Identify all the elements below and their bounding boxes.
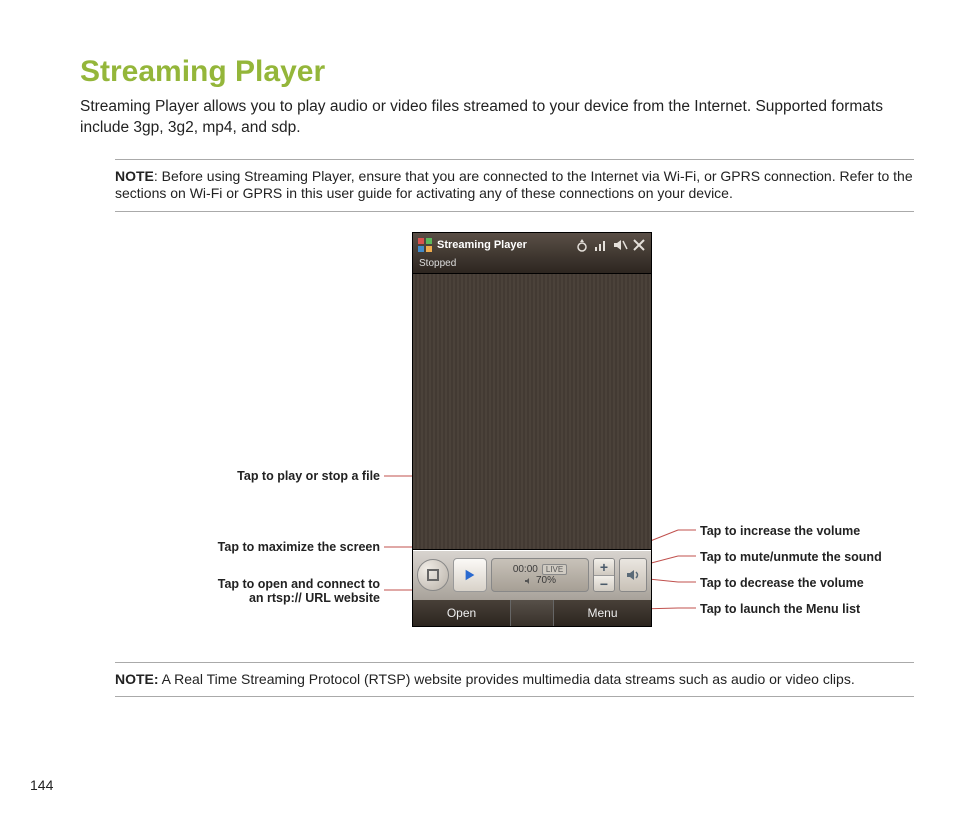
callout-play: Tap to play or stop a file [125, 469, 380, 483]
note-1-label: NOTE [115, 168, 154, 184]
signal-icon [593, 237, 609, 253]
callout-vol-down: Tap to decrease the volume [700, 576, 864, 590]
page-title: Streaming Player [80, 55, 914, 89]
close-icon[interactable] [631, 237, 647, 253]
speaker-icon [625, 567, 641, 583]
annotated-screenshot: Tap to play or stop a file Tap to maximi… [80, 232, 914, 652]
play-button[interactable] [453, 558, 487, 592]
softkey-mid[interactable] [510, 600, 554, 626]
callout-maximize: Tap to maximize the screen [125, 540, 380, 554]
volume-pct: 70% [536, 575, 556, 586]
video-area [413, 273, 651, 550]
intro-text: Streaming Player allows you to play audi… [80, 97, 914, 139]
callout-mute: Tap to mute/unmute the sound [700, 550, 882, 564]
maximize-button[interactable] [417, 559, 449, 591]
control-bar: 00:00 LIVE 70% + − [413, 550, 651, 600]
play-icon [463, 568, 477, 582]
speaker-tiny-icon [524, 577, 532, 585]
live-badge: LIVE [542, 564, 567, 575]
softkey-open[interactable]: Open [413, 606, 510, 620]
volume-stepper: + − [593, 558, 615, 592]
note-2-label: NOTE: [115, 671, 159, 687]
info-panel: 00:00 LIVE 70% [491, 558, 589, 592]
callout-open: Tap to open and connect to an rtsp:// UR… [125, 577, 380, 605]
maximize-icon [425, 567, 441, 583]
mute-button[interactable] [619, 558, 647, 592]
note-2-text: A Real Time Streaming Protocol (RTSP) we… [159, 671, 855, 687]
volume-down-button[interactable]: − [594, 576, 614, 592]
note-1-text: : Before using Streaming Player, ensure … [115, 168, 913, 202]
start-icon[interactable] [417, 237, 433, 253]
phone-screen: Streaming Player Stopped 00:00 [412, 232, 652, 627]
callout-menu: Tap to launch the Menu list [700, 602, 860, 616]
connectivity-icon[interactable] [574, 237, 590, 253]
time-display: 00:00 [513, 564, 538, 575]
status-text: Stopped [413, 257, 651, 273]
softkey-menu[interactable]: Menu [554, 606, 651, 620]
note-1: NOTE: Before using Streaming Player, ens… [115, 159, 914, 212]
page-number: 144 [30, 777, 53, 793]
titlebar: Streaming Player [413, 233, 651, 257]
note-2: NOTE: A Real Time Streaming Protocol (RT… [115, 662, 914, 698]
volume-up-button[interactable]: + [594, 559, 614, 576]
softkey-bar: Open Menu [413, 600, 651, 626]
volume-icon[interactable] [612, 237, 628, 253]
app-title: Streaming Player [437, 239, 527, 251]
callout-vol-up: Tap to increase the volume [700, 524, 860, 538]
